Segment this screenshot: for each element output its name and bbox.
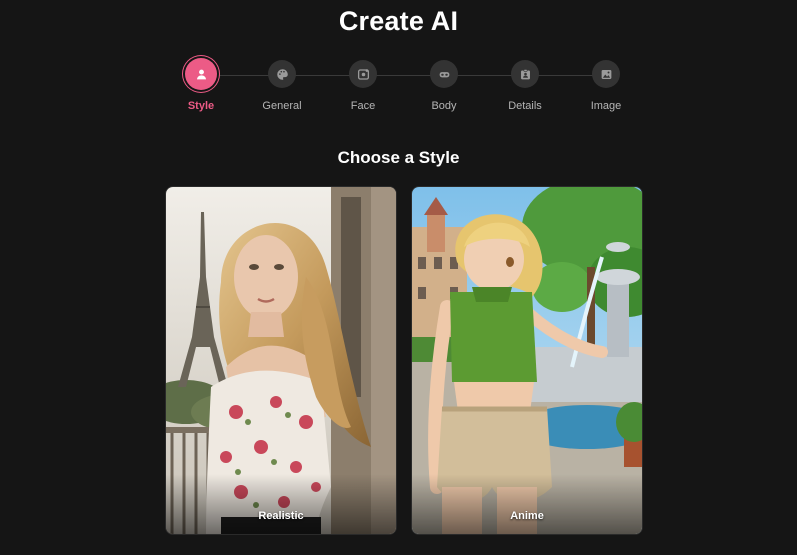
step-face[interactable]: Face [323, 60, 403, 112]
style-card-realistic[interactable]: Realistic [165, 186, 397, 535]
step-image[interactable]: Image [566, 60, 646, 112]
step-label: Image [590, 100, 622, 112]
style-card-label: Anime [510, 510, 544, 522]
body-icon [430, 60, 458, 88]
person-icon [185, 58, 217, 90]
step-general[interactable]: General [242, 60, 322, 112]
card-label-backdrop [166, 474, 396, 534]
style-card-anime[interactable]: Anime [411, 186, 643, 535]
image-icon [592, 60, 620, 88]
step-style[interactable]: Style [161, 58, 241, 112]
page-title: Create AI [338, 6, 459, 36]
step-label: Style [187, 100, 215, 112]
step-progress: Style General Face Body Details Image [0, 58, 797, 116]
style-card-label: Realistic [258, 510, 304, 522]
step-label: Face [350, 100, 376, 112]
step-label: General [262, 100, 302, 112]
step-body[interactable]: Body [404, 60, 484, 112]
step-details[interactable]: Details [485, 60, 565, 112]
card-label-backdrop [412, 474, 642, 534]
face-icon [349, 60, 377, 88]
create-ai-page: Create AI Style General Face Body Detail… [0, 0, 797, 555]
id-card-icon [511, 60, 539, 88]
section-heading: Choose a Style [337, 148, 460, 167]
palette-icon [268, 60, 296, 88]
step-label: Body [431, 100, 457, 112]
step-label: Details [508, 100, 542, 112]
